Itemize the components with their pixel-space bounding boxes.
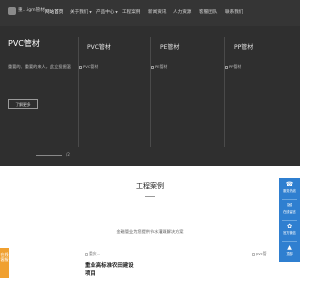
chevron-down-icon: ▼ bbox=[89, 10, 92, 14]
broken-image-icon bbox=[252, 252, 255, 256]
nav-item-contact[interactable]: 联系我们 bbox=[225, 9, 243, 15]
logo-text[interactable]: 重...igm管材 bbox=[18, 7, 45, 13]
float-hotline-button[interactable]: ☎ 服务热线 bbox=[279, 178, 300, 198]
pagination-bar bbox=[36, 154, 62, 156]
case-image[interactable]: pvc管 bbox=[252, 251, 267, 257]
phone-icon: ☎ bbox=[285, 181, 294, 188]
column-divider bbox=[150, 37, 151, 147]
online-service-tab[interactable]: 在线客服 bbox=[0, 248, 9, 278]
product-column-title-pp[interactable]: PP管材 bbox=[234, 42, 253, 51]
column-divider bbox=[224, 37, 225, 147]
nav-item-products[interactable]: 产品中心▼ bbox=[96, 9, 118, 15]
nav-item-news[interactable]: 新闻资讯 bbox=[148, 9, 166, 15]
section-title: 工程案例 bbox=[136, 182, 164, 190]
broken-image-icon bbox=[79, 65, 82, 69]
hero-title: PVC管材 bbox=[8, 39, 40, 48]
chat-icon: ✉ bbox=[286, 202, 293, 209]
section-subtitle: 金磁管业为您提供节水灌溉解决方案 bbox=[116, 229, 184, 234]
top-navbar: 重...igm管材 网站首页 关于我们▼ 产品中心▼ 工程案例 新闻资讯 人力资… bbox=[0, 0, 300, 26]
hero-description: 重要的、重要的来人，此立投掘温 bbox=[8, 64, 71, 69]
learn-more-button[interactable]: 了解更多 bbox=[8, 99, 38, 109]
chevron-down-icon: ▼ bbox=[115, 10, 118, 14]
nav-item-hr[interactable]: 人力资源 bbox=[173, 9, 191, 15]
wechat-icon: ✿ bbox=[286, 223, 293, 230]
case-image[interactable]: 重庆... bbox=[85, 251, 100, 257]
title-underline bbox=[145, 196, 155, 197]
case-title[interactable]: 重业高标准农田建设项目 bbox=[85, 262, 135, 278]
hero-pagination: /2 bbox=[36, 152, 70, 157]
product-image-pvc[interactable]: PVC管材 bbox=[79, 64, 98, 70]
product-column-title-pvc[interactable]: PVC管材 bbox=[87, 42, 111, 51]
nav-item-home[interactable]: 网站首页 bbox=[45, 9, 63, 15]
product-image-pe[interactable]: PE管材 bbox=[151, 64, 167, 70]
broken-image-icon bbox=[151, 65, 154, 69]
nav-item-service[interactable]: 客服团队 bbox=[199, 9, 217, 15]
float-top-button[interactable]: ▲ 顶部 bbox=[279, 241, 300, 261]
up-icon: ▲ bbox=[287, 244, 292, 251]
logo-icon[interactable] bbox=[8, 7, 16, 15]
nav-item-cases[interactable]: 工程案例 bbox=[122, 9, 140, 15]
floating-contact-bar: ☎ 服务热线 ✉ 在线留言 ✿ 官方微信 ▲ 顶部 bbox=[279, 178, 300, 262]
product-image-pp[interactable]: PP管材 bbox=[225, 64, 241, 70]
broken-image-icon bbox=[85, 252, 88, 256]
float-wechat-button[interactable]: ✿ 官方微信 bbox=[279, 220, 300, 240]
column-divider bbox=[78, 37, 79, 147]
nav-item-about[interactable]: 关于我们▼ bbox=[70, 9, 92, 15]
broken-image-icon bbox=[225, 65, 228, 69]
float-message-button[interactable]: ✉ 在线留言 bbox=[279, 199, 300, 219]
product-column-title-pe[interactable]: PE管材 bbox=[160, 42, 179, 51]
